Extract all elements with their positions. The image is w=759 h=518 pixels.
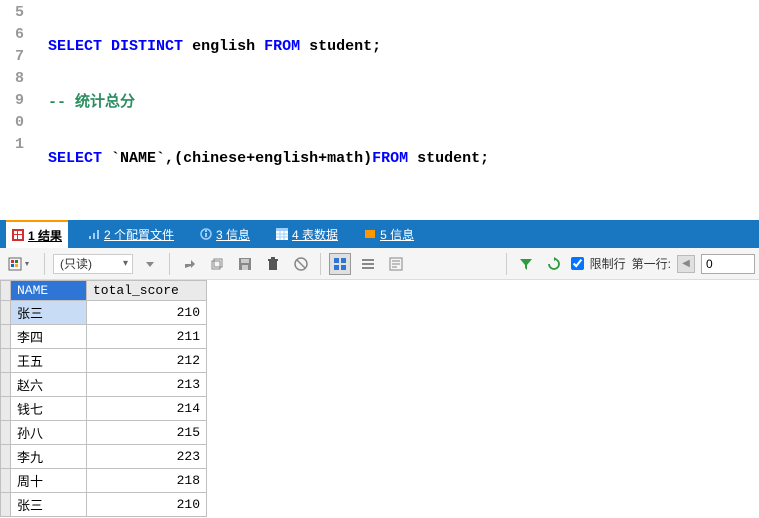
row-header[interactable] [1, 373, 11, 397]
table-row[interactable]: 张三210 [1, 493, 207, 517]
form-view-button[interactable] [357, 253, 379, 275]
cell-name[interactable]: 李四 [11, 325, 87, 349]
cell-total-score[interactable]: 210 [87, 301, 207, 325]
cell-total-score[interactable]: 211 [87, 325, 207, 349]
duplicate-row-button[interactable] [206, 253, 228, 275]
cell-name[interactable]: 周十 [11, 469, 87, 493]
table-row[interactable]: 赵六213 [1, 373, 207, 397]
cell-total-score[interactable]: 212 [87, 349, 207, 373]
row-header[interactable] [1, 445, 11, 469]
limit-rows-checkbox[interactable] [571, 257, 584, 270]
row-header[interactable] [1, 469, 11, 493]
column-header-name[interactable]: NAME [11, 281, 87, 301]
row-header[interactable] [1, 397, 11, 421]
profile-icon [88, 228, 100, 240]
save-button[interactable] [234, 253, 256, 275]
insert-row-button[interactable] [178, 253, 200, 275]
limit-rows-label: 限制行 [590, 255, 626, 272]
code-area[interactable]: SELECT DISTINCT english FROM student; --… [30, 0, 759, 190]
cell-name[interactable]: 李九 [11, 445, 87, 469]
table-row[interactable]: 李九223 [1, 445, 207, 469]
prev-page-button[interactable]: ◀ [677, 255, 695, 273]
table-icon [276, 228, 288, 240]
cell-name[interactable]: 孙八 [11, 421, 87, 445]
tab-profile[interactable]: 2 个配置文件 [82, 220, 180, 248]
grid-header-row: NAME total_score [1, 281, 207, 301]
cell-name[interactable]: 张三 [11, 493, 87, 517]
tab-result[interactable]: 1 结果 [6, 220, 68, 248]
cell-total-score[interactable]: 215 [87, 421, 207, 445]
filter-button[interactable] [515, 253, 537, 275]
sql-editor[interactable]: 5 6 7 8 9 0 1 SELECT DISTINCT english FR… [0, 0, 759, 190]
cell-name[interactable]: 钱七 [11, 397, 87, 421]
cell-name[interactable]: 王五 [11, 349, 87, 373]
result-grid[interactable]: NAME total_score 张三210李四211王五212赵六213钱七2… [0, 280, 207, 517]
export-dropdown[interactable] [4, 253, 36, 275]
delete-row-button[interactable] [262, 253, 284, 275]
result-toolbar: (只读) 限制行 第一行: ◀ [0, 248, 759, 280]
refresh-button[interactable] [543, 253, 565, 275]
grid-view-button[interactable] [329, 253, 351, 275]
table-row[interactable]: 钱七214 [1, 397, 207, 421]
code-line-6: -- 统计总分 [30, 92, 759, 114]
table-row[interactable]: 王五212 [1, 349, 207, 373]
cell-total-score[interactable]: 214 [87, 397, 207, 421]
result-tab-bar: 1 结果 2 个配置文件 3 信息 4 表数据 5 信息 [0, 220, 759, 248]
line-number-gutter: 5 6 7 8 9 0 1 [0, 0, 30, 190]
cell-name[interactable]: 张三 [11, 301, 87, 325]
row-header[interactable] [1, 493, 11, 517]
text-view-button[interactable] [385, 253, 407, 275]
first-row-label: 第一行: [632, 255, 671, 272]
code-line-7: SELECT `NAME`,(chinese+english+math)FROM… [30, 148, 759, 170]
tab-info-1[interactable]: 3 信息 [194, 220, 256, 248]
cell-name[interactable]: 赵六 [11, 373, 87, 397]
chevron-down-icon[interactable] [139, 253, 161, 275]
cell-total-score[interactable]: 210 [87, 493, 207, 517]
table-row[interactable]: 李四211 [1, 325, 207, 349]
table-row[interactable]: 张三210 [1, 301, 207, 325]
row-header[interactable] [1, 349, 11, 373]
cell-total-score[interactable]: 213 [87, 373, 207, 397]
result-icon [12, 229, 24, 241]
readonly-mode-select[interactable]: (只读) [53, 254, 133, 274]
cancel-button[interactable] [290, 253, 312, 275]
history-icon [364, 228, 376, 240]
row-header[interactable] [1, 301, 11, 325]
tab-table-data[interactable]: 4 表数据 [270, 220, 344, 248]
table-row[interactable]: 孙八215 [1, 421, 207, 445]
cell-total-score[interactable]: 223 [87, 445, 207, 469]
column-header-total-score[interactable]: total_score [87, 281, 207, 301]
row-header[interactable] [1, 421, 11, 445]
tab-info-2[interactable]: 5 信息 [358, 220, 420, 248]
cell-total-score[interactable]: 218 [87, 469, 207, 493]
table-row[interactable]: 周十218 [1, 469, 207, 493]
first-row-input[interactable] [701, 254, 755, 274]
info-icon [200, 228, 212, 240]
row-header-blank [1, 281, 11, 301]
row-header[interactable] [1, 325, 11, 349]
code-line-5: SELECT DISTINCT english FROM student; [30, 36, 759, 58]
